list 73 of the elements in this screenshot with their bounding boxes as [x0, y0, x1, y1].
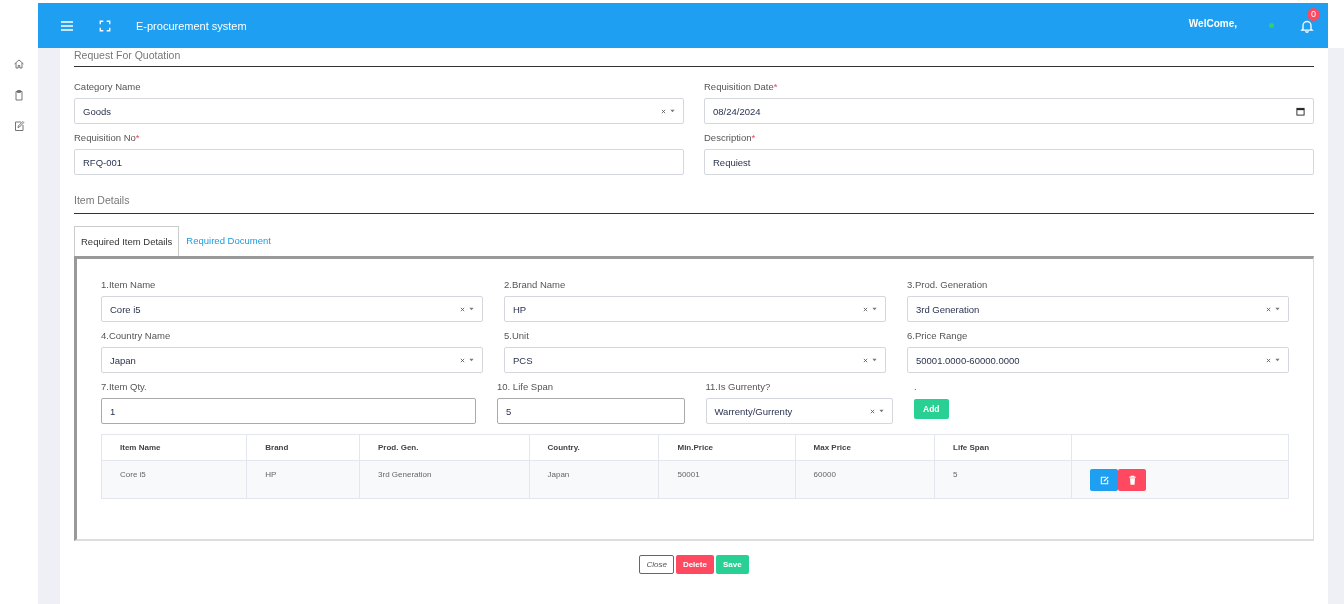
field-label: 4.Country Name	[101, 330, 171, 341]
fullscreen-icon[interactable]	[98, 19, 112, 32]
table-cell: 3rd Generation	[359, 460, 529, 499]
column-header: Min.Price	[658, 434, 796, 461]
app-title: E-procurement system	[136, 19, 247, 32]
clear-icon[interactable]	[460, 306, 465, 312]
select-field[interactable]: Goods	[74, 98, 684, 124]
column-header: Item Name	[101, 434, 247, 461]
select-field[interactable]: Japan	[101, 347, 483, 373]
table-cell: 50001	[658, 460, 796, 499]
select-field[interactable]: 3rd Generation	[907, 296, 1289, 322]
select-field[interactable]: Warrenty/Gurrenty	[705, 398, 893, 424]
table-cell: Core i5	[101, 460, 247, 499]
field-label: 7.Item Qty.	[101, 381, 147, 392]
date-field[interactable]: 08/24/2024	[704, 98, 1314, 124]
close-button[interactable]: Close	[639, 555, 674, 574]
edit-icon[interactable]	[13, 120, 25, 132]
caret-icon	[469, 307, 474, 311]
input-field[interactable]: 1	[101, 398, 476, 424]
select-field[interactable]: 50001.0000-60000.0000	[907, 347, 1289, 373]
select-field[interactable]: PCS	[504, 347, 886, 373]
section-title: Item Details	[74, 193, 1314, 214]
field-label: 1.Item Name	[101, 279, 156, 290]
field-label: 10. Life Span	[497, 381, 553, 392]
table-cell: 60000	[795, 460, 935, 499]
table-cell: Japan	[529, 460, 659, 499]
select-field[interactable]: Core i5	[101, 296, 483, 322]
notification-badge: 0	[1307, 7, 1320, 21]
field-label: Description*	[704, 132, 756, 143]
column-header: Country.	[529, 434, 659, 461]
field-label: .	[914, 381, 917, 392]
section-title: Request For Quotation	[74, 48, 1314, 67]
field-label: Category Name	[74, 81, 141, 92]
clear-icon[interactable]	[460, 357, 465, 363]
home-icon[interactable]	[13, 58, 25, 70]
column-header: Life Span	[934, 434, 1072, 461]
clear-icon[interactable]	[870, 408, 875, 414]
column-header: Brand	[246, 434, 360, 461]
caret-icon	[469, 358, 474, 362]
clear-icon[interactable]	[863, 306, 868, 312]
table-cell: HP	[246, 460, 360, 499]
caret-icon	[1275, 358, 1280, 362]
field-label: 3.Prod. Generation	[907, 279, 988, 290]
caret-icon	[1275, 307, 1280, 311]
clear-icon[interactable]	[661, 108, 666, 114]
column-header: Prod. Gen.	[359, 434, 529, 461]
field-label: 6.Price Range	[907, 330, 968, 341]
calendar-icon[interactable]	[1296, 106, 1305, 116]
trash-icon	[1126, 474, 1138, 486]
tab[interactable]: Required Item Details	[74, 226, 180, 256]
input-field[interactable]: Requiest	[704, 149, 1314, 175]
caret-icon	[872, 358, 877, 362]
delete-button[interactable]	[1118, 469, 1146, 491]
bell-icon[interactable]	[1300, 18, 1314, 33]
caret-icon	[879, 409, 884, 413]
welcome-text: WelCome,	[1188, 17, 1237, 29]
clear-icon[interactable]	[1266, 357, 1271, 363]
caret-icon	[872, 307, 877, 311]
clear-icon[interactable]	[1266, 306, 1271, 312]
input-field[interactable]: RFQ-001	[74, 149, 684, 175]
field-label: Requisition No*	[74, 132, 140, 143]
clear-icon[interactable]	[863, 357, 868, 363]
field-label: Requisition Date*	[704, 81, 778, 92]
edit-icon	[1098, 474, 1110, 486]
select-field[interactable]: HP	[504, 296, 886, 322]
field-label: 2.Brand Name	[504, 279, 566, 290]
clipboard-icon[interactable]	[13, 89, 25, 101]
column-header: Max Price	[795, 434, 935, 461]
caret-icon	[670, 109, 675, 113]
input-field[interactable]: 5	[497, 398, 685, 424]
table-cell: 5	[934, 460, 1072, 499]
field-label: 5.Unit	[504, 330, 529, 341]
field-label: 11.Is Gurrenty?	[705, 381, 771, 392]
